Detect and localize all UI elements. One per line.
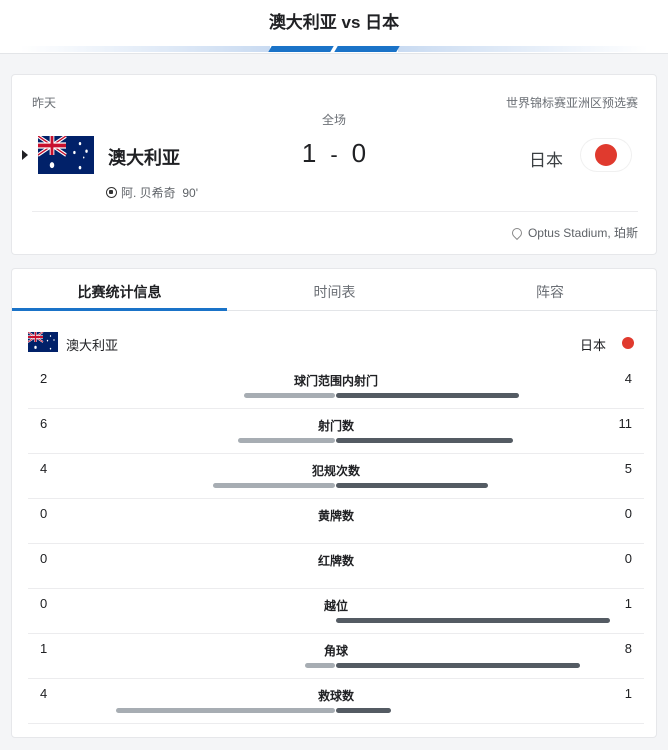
stat-row: 4 犯规次数 5 [28,454,644,499]
stat-label: 红牌数 [317,554,354,568]
stat-row: 0 红牌数 0 [28,544,644,589]
stat-home-bar [305,663,335,668]
stat-row: 1 角球 8 [28,634,644,679]
goal-minute: 90' [182,186,198,200]
header-stripe-right [398,46,648,52]
stat-away-value: 5 [624,461,632,476]
away-team-name[interactable]: 日本 [529,146,563,171]
stat-row: 6 射门数 11 [28,409,644,454]
tab-bar: 比赛统计信息 时间表 阵容 [12,269,658,311]
stat-away-value: 0 [624,551,632,566]
header-stripe-center-left [268,46,334,52]
japan-flag-icon [622,337,634,349]
stat-away-bar [336,438,513,443]
soccer-ball-icon [106,187,117,198]
stat-away-bar [336,618,610,623]
stat-row: 0 越位 1 [28,589,644,634]
stat-away-value: 1 [624,596,632,611]
score-separator: - [330,142,338,167]
stat-label: 黄牌数 [317,509,354,523]
stat-away-value: 0 [624,506,632,521]
header: 澳大利亚 vs 日本 [0,0,668,54]
stat-home-bar [213,483,335,488]
stat-away-value: 8 [624,641,632,656]
venue: Optus Stadium, 珀斯 [509,224,638,241]
active-tab-indicator [12,308,227,311]
stats-teams-header: 澳大利亚 日本 [12,329,658,355]
stat-away-value: 11 [618,416,633,431]
match-period: 全场 [321,113,346,127]
stat-away-value: 1 [624,686,632,701]
stat-home-bar [244,393,335,398]
stat-home-bar [116,708,335,713]
header-stripe-center-right [334,46,400,52]
stat-away-bar [336,663,580,668]
japan-flag-icon [581,139,631,171]
stat-label: 救球数 [317,689,354,703]
away-score: 0 [351,138,367,168]
goal-scorer: 阿. 贝希奇 90' [106,184,198,201]
header-stripe-left [20,46,270,52]
tab-timeline[interactable]: 时间表 [227,282,442,302]
match-card: 昨天 世界锦标赛亚洲区预选赛 全场 澳大利亚 1-0 日本 阿. 贝希奇 90'… [11,74,657,255]
competition-name[interactable]: 世界锦标赛亚洲区预选赛 [506,94,638,111]
stat-away-bar [336,483,488,488]
stat-row: 4 救球数 1 [28,679,644,724]
stat-label: 球门范围内射门 [293,374,378,388]
stats-card: 比赛统计信息 时间表 阵容 澳大利亚 日本 2 球门范围内射门 4 6 射门数 11 4 犯规… [11,268,658,738]
stat-home-bar [238,438,335,443]
stats-away-team: 日本 [579,338,606,353]
stat-away-value: 4 [624,371,632,386]
stat-label: 角球 [323,644,348,658]
stat-row: 2 球门范围内射门 4 [28,364,644,409]
stats-home-team: 澳大利亚 [66,338,119,353]
tab-match-stats[interactable]: 比赛统计信息 [12,282,227,302]
home-score: 1 [301,138,317,168]
match-date: 昨天 [32,96,57,110]
venue-name: Optus Stadium, 珀斯 [527,226,638,240]
page-title: 澳大利亚 vs 日本 [268,13,400,32]
scorer-name: 阿. 贝希奇 [121,186,176,200]
divider [32,211,638,212]
stat-label: 射门数 [317,419,354,433]
tab-lineup[interactable]: 阵容 [442,282,658,302]
stat-label: 越位 [323,599,348,613]
stat-label: 犯规次数 [311,464,360,478]
location-pin-icon [509,225,525,241]
stat-away-bar [336,708,391,713]
australia-flag-icon [28,332,58,352]
stat-row: 0 黄牌数 0 [28,499,644,544]
stat-away-bar [336,393,519,398]
